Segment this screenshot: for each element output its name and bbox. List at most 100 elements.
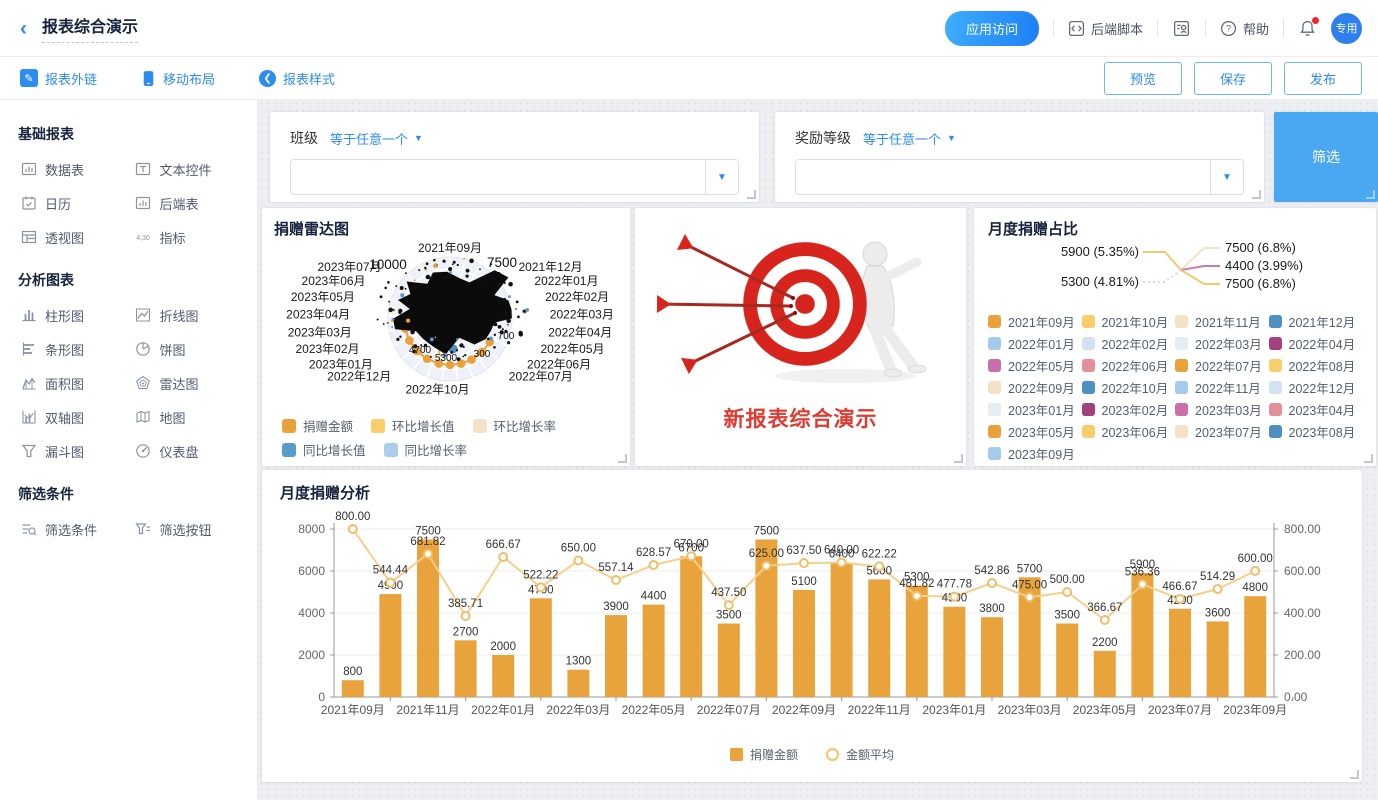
resize-handle[interactable] [618, 454, 627, 463]
resize-handle[interactable] [1350, 770, 1359, 779]
resize-handle[interactable] [1364, 454, 1373, 463]
sidebar-item-bar-chart[interactable]: 条形图 [14, 332, 129, 366]
filter-operator-dropdown[interactable]: 等于任意一个 ▼ [330, 129, 423, 148]
pie-legend-item[interactable]: 2022年10月 [1082, 376, 1176, 398]
mobile-layout-button[interactable]: 移动布局 [141, 69, 215, 88]
pie-legend-item[interactable]: 2021年09月 [988, 310, 1082, 332]
bar [680, 556, 702, 697]
radar-legend-item[interactable]: 捐赠金额 [282, 416, 353, 435]
pie-legend-item[interactable]: 2022年11月 [1175, 376, 1269, 398]
report-link-button[interactable]: ✎ 报表外链 [20, 69, 97, 88]
legend-label: 2023年02月 [1102, 400, 1169, 419]
filter-submit-button[interactable]: 筛选 [1274, 112, 1378, 202]
app-access-button[interactable]: 应用访问 [945, 11, 1039, 46]
pie-legend-item[interactable]: 2022年09月 [988, 376, 1082, 398]
design-canvas[interactable]: 班级 等于任意一个 ▼ ▼ 奖励等级 等于任意一个 ▼ [258, 100, 1378, 800]
sidebar-item-data-table[interactable]: 数据表 [14, 152, 129, 186]
sidebar-item-metric[interactable]: 4,30指标 [129, 220, 244, 254]
pie-legend-item[interactable]: 2022年07月 [1175, 354, 1269, 376]
pie-legend-item[interactable]: 2022年01月 [988, 332, 1082, 354]
filter-value-select[interactable]: ▼ [290, 159, 739, 195]
legend-label: 2023年01月 [1008, 400, 1075, 419]
pie-legend-item[interactable]: 2021年10月 [1082, 310, 1176, 332]
back-chevron-icon[interactable]: ‹ [20, 18, 27, 39]
sidebar-item-area-chart[interactable]: 面积图 [14, 366, 129, 400]
preview-button[interactable]: 预览 [1104, 62, 1182, 95]
legend-swatch [1269, 315, 1282, 328]
sidebar-item-map[interactable]: 地图 [129, 400, 244, 434]
line-value-label: 640.00 [824, 545, 859, 557]
radar-legend-item[interactable]: 同比增长值 [282, 440, 366, 459]
resize-handle[interactable] [954, 454, 963, 463]
sidebar-item-pie-chart[interactable]: 饼图 [129, 332, 244, 366]
radar-chart-icon [135, 375, 152, 391]
bar [605, 615, 627, 697]
bar-chart-icon [20, 341, 37, 357]
contact-card-icon[interactable] [1172, 19, 1191, 38]
pie-legend-item[interactable]: 2023年05月 [988, 420, 1082, 442]
resize-handle[interactable] [1252, 190, 1261, 199]
pie-legend-item[interactable]: 2022年12月 [1269, 376, 1363, 398]
avatar[interactable]: 专用 [1331, 13, 1362, 44]
pie-legend-item[interactable]: 2023年01月 [988, 398, 1082, 420]
filter-value-select[interactable]: ▼ [795, 159, 1244, 195]
main-area: 基础报表数据表文本控件日历后端表透视图4,30指标分析图表柱形图折线图条形图饼图… [0, 100, 1378, 800]
sidebar-item-line-chart[interactable]: 折线图 [129, 298, 244, 332]
sidebar-item-filter-condition[interactable]: 筛选条件 [14, 512, 129, 546]
pie-legend-item[interactable]: 2023年09月 [988, 442, 1082, 464]
pie-legend-item[interactable]: 2021年12月 [1269, 310, 1363, 332]
pie-legend-item[interactable]: 2023年06月 [1082, 420, 1176, 442]
legend-item-average[interactable]: 金额平均 [826, 746, 894, 763]
designer-toolbar: ✎ 报表外链 移动布局 ❮ 报表样式 预览 保存 发布 [0, 57, 1378, 100]
pie-legend-item[interactable]: 2022年08月 [1269, 354, 1363, 376]
radar-axis-label: 2022年07月 [509, 369, 573, 383]
pie-legend-item[interactable]: 2021年11月 [1175, 310, 1269, 332]
pie-legend-item[interactable]: 2023年08月 [1269, 420, 1363, 442]
legend-item-donation[interactable]: 捐赠金额 [730, 746, 798, 763]
line-marker [838, 559, 846, 567]
legend-label: 2022年11月 [1195, 378, 1261, 397]
filter-operator-text: 等于任意一个 [330, 129, 408, 148]
legend-swatch [371, 419, 385, 433]
pie-callout-label: 7500 (6.8%) [1225, 240, 1296, 255]
radar-chart-card: 捐赠雷达图 100007500470053003007002021年09月202… [262, 208, 630, 466]
sidebar-item-gauge[interactable]: 仪表盘 [129, 434, 244, 468]
pie-legend-item[interactable]: 2023年07月 [1175, 420, 1269, 442]
sidebar-item-text-widget[interactable]: 文本控件 [129, 152, 244, 186]
save-button[interactable]: 保存 [1194, 62, 1272, 95]
x-axis-label: 2022年05月 [622, 703, 686, 717]
notification-bell-icon[interactable] [1298, 19, 1317, 38]
pie-legend-item[interactable]: 2022年05月 [988, 354, 1082, 376]
pie-legend-item[interactable]: 2022年06月 [1082, 354, 1176, 376]
sidebar-item-backend-table[interactable]: 后端表 [129, 186, 244, 220]
help-button[interactable]: ? 帮助 [1220, 19, 1269, 38]
radar-legend-item[interactable]: 环比增长值 [371, 416, 455, 435]
report-style-button[interactable]: ❮ 报表样式 [259, 69, 335, 88]
radar-legend-item[interactable]: 环比增长率 [473, 416, 557, 435]
pivot-icon [20, 229, 37, 245]
bar-value-label: 3500 [716, 610, 742, 622]
resize-handle[interactable] [1366, 190, 1375, 199]
sidebar-item-radar-chart[interactable]: 雷达图 [129, 366, 244, 400]
filter-operator-dropdown[interactable]: 等于任意一个 ▼ [863, 129, 956, 148]
sidebar-item-filter-button[interactable]: 筛选按钮 [129, 512, 244, 546]
report-designer-app: ‹ 报表综合演示 应用访问 后端脚本 ? 帮助 [0, 0, 1378, 800]
pie-legend-item[interactable]: 2023年03月 [1175, 398, 1269, 420]
pie-legend-item[interactable]: 2023年04月 [1269, 398, 1363, 420]
pie-legend-item[interactable]: 2022年02月 [1082, 332, 1176, 354]
sidebar-item-pivot[interactable]: 透视图 [14, 220, 129, 254]
sidebar-item-label: 漏斗图 [45, 442, 84, 461]
radar-legend-item[interactable]: 同比增长率 [384, 440, 468, 459]
pie-legend-item[interactable]: 2022年03月 [1175, 332, 1269, 354]
backend-script-button[interactable]: 后端脚本 [1068, 19, 1143, 38]
publish-button[interactable]: 发布 [1284, 62, 1362, 95]
pie-legend-item[interactable]: 2022年04月 [1269, 332, 1363, 354]
pie-legend-item[interactable]: 2023年02月 [1082, 398, 1176, 420]
sidebar-item-dual-axis[interactable]: 双轴图 [14, 400, 129, 434]
sidebar-item-calendar[interactable]: 日历 [14, 186, 129, 220]
bar-chart-card: 月度捐赠分析 020004000600080000.00200.00400.00… [262, 470, 1362, 782]
sidebar-item-funnel[interactable]: 漏斗图 [14, 434, 129, 468]
sidebar-item-column-chart[interactable]: 柱形图 [14, 298, 129, 332]
filter-label: 奖励等级 [795, 128, 851, 148]
resize-handle[interactable] [747, 190, 756, 199]
